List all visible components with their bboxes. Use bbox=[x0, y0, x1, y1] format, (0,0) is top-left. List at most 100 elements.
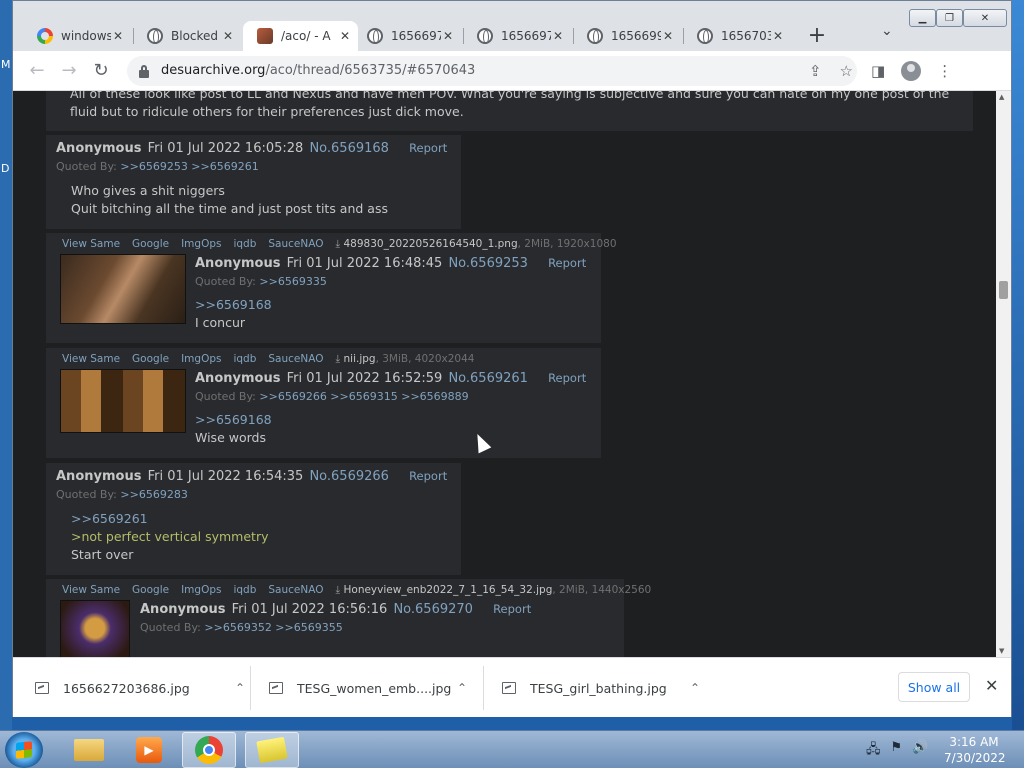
download-item[interactable]: 1656627203686.jpg ⌃ bbox=[35, 658, 245, 718]
imgops-link[interactable]: ImgOps bbox=[181, 238, 221, 251]
google-link[interactable]: Google bbox=[132, 238, 169, 251]
iqdb-link[interactable]: iqdb bbox=[233, 353, 256, 366]
taskbar-sticky-notes[interactable] bbox=[245, 732, 299, 768]
close-icon[interactable]: ✕ bbox=[221, 29, 235, 43]
bookmark-star-icon[interactable]: ☆ bbox=[840, 62, 853, 80]
quoted-by-links[interactable]: >>6569253 >>6569261 bbox=[120, 160, 258, 173]
quoted-by-links[interactable]: >>6569283 bbox=[120, 488, 187, 501]
close-icon[interactable]: ✕ bbox=[551, 29, 565, 43]
window-close-button[interactable]: ✕ bbox=[963, 9, 1007, 27]
iqdb-link[interactable]: iqdb bbox=[233, 584, 256, 597]
post-thumbnail[interactable] bbox=[60, 600, 130, 657]
quote-link[interactable]: >>6569168 bbox=[195, 412, 272, 427]
start-button[interactable] bbox=[5, 732, 43, 768]
chevron-up-icon[interactable]: ⌃ bbox=[690, 681, 700, 695]
download-icon[interactable]: ⤓ bbox=[336, 353, 341, 365]
download-icon[interactable]: ⤓ bbox=[336, 238, 341, 250]
view-same-link[interactable]: View Same bbox=[62, 238, 120, 251]
iqdb-link[interactable]: iqdb bbox=[233, 238, 256, 251]
quoted-by-links[interactable]: >>6569266 >>6569315 >>6569889 bbox=[259, 390, 468, 403]
post-number-link[interactable]: No.6569253 bbox=[448, 256, 527, 271]
post-number-link[interactable]: No.6569168 bbox=[309, 141, 388, 156]
google-link[interactable]: Google bbox=[132, 584, 169, 597]
page-scrollbar[interactable]: ▲ ▼ bbox=[996, 91, 1011, 657]
file-name-link[interactable]: nii.jpg bbox=[344, 353, 376, 365]
taskbar-explorer[interactable] bbox=[62, 732, 116, 768]
post-number-link[interactable]: No.6569270 bbox=[393, 602, 472, 617]
taskbar-chrome[interactable] bbox=[182, 732, 236, 768]
chevron-up-icon[interactable]: ⌃ bbox=[457, 681, 467, 695]
close-icon[interactable]: ✕ bbox=[771, 29, 785, 43]
maximize-button[interactable]: ❐ bbox=[936, 9, 963, 27]
quoted-by-links[interactable]: >>6569352 >>6569355 bbox=[204, 621, 342, 634]
globe-icon bbox=[367, 28, 383, 44]
chevron-up-icon[interactable]: ⌃ bbox=[235, 681, 245, 695]
file-name-link[interactable]: 489830_20220526164540_1.png bbox=[344, 238, 518, 250]
close-icon[interactable]: ✕ bbox=[985, 676, 998, 695]
download-item[interactable]: TESG_girl_bathing.jpg ⌃ bbox=[502, 658, 700, 718]
desktop-glyph: M bbox=[1, 58, 11, 71]
tab-1656697-b[interactable]: 1656697 ✕ bbox=[463, 21, 571, 51]
volume-icon[interactable]: 🔊 bbox=[912, 740, 928, 762]
google-link[interactable]: Google bbox=[132, 353, 169, 366]
file-name-link[interactable]: Honeyview_enb2022_7_1_16_54_32.jpg bbox=[344, 584, 553, 596]
report-link[interactable]: Report bbox=[548, 256, 586, 270]
menu-kebab-icon[interactable]: ⋮ bbox=[937, 62, 952, 80]
quoted-by-links[interactable]: >>6569335 bbox=[259, 275, 326, 288]
post-number-link[interactable]: No.6569266 bbox=[309, 469, 388, 484]
file-info-bar: View Same Google ImgOps iqdb SauceNAO ⤓ … bbox=[62, 353, 474, 366]
profile-avatar[interactable] bbox=[901, 60, 922, 81]
post-number-link[interactable]: No.6569261 bbox=[448, 371, 527, 386]
close-icon[interactable]: ✕ bbox=[338, 29, 352, 43]
post-thumbnail[interactable] bbox=[60, 254, 186, 324]
file-meta: , 3MiB, 4020x2044 bbox=[375, 353, 475, 365]
lock-icon[interactable] bbox=[137, 64, 151, 78]
tab-windows[interactable]: windows ✕ bbox=[23, 21, 131, 51]
download-icon[interactable]: ⤓ bbox=[336, 584, 341, 596]
forward-arrow-icon[interactable]: → bbox=[53, 60, 85, 81]
saucenao-link[interactable]: SauceNAO bbox=[268, 584, 323, 597]
quote-link[interactable]: >>6569261 bbox=[71, 511, 148, 526]
view-same-link[interactable]: View Same bbox=[62, 353, 120, 366]
download-item[interactable]: TESG_women_emb....jpg ⌃ bbox=[269, 658, 467, 718]
scroll-down-arrow-icon[interactable]: ▼ bbox=[999, 647, 1004, 655]
saucenao-link[interactable]: SauceNAO bbox=[268, 353, 323, 366]
tab-1656697-a[interactable]: 1656697 ✕ bbox=[353, 21, 461, 51]
scrollbar-thumb[interactable] bbox=[999, 281, 1008, 299]
taskbar-clock[interactable]: 3:16 AM 7/30/2022 bbox=[944, 734, 1006, 766]
image-file-icon bbox=[269, 682, 283, 694]
new-tab-button[interactable]: + bbox=[803, 21, 831, 51]
share-icon[interactable]: ⇪ bbox=[809, 62, 822, 80]
back-arrow-icon[interactable]: ← bbox=[21, 60, 53, 81]
download-separator bbox=[250, 666, 251, 710]
report-link[interactable]: Report bbox=[493, 602, 531, 616]
tab-1656699[interactable]: 1656699 ✕ bbox=[573, 21, 681, 51]
close-icon[interactable]: ✕ bbox=[111, 29, 125, 43]
post-date: Fri 01 Jul 2022 16:54:35 bbox=[147, 469, 304, 484]
tab-blocked[interactable]: Blocked ✕ bbox=[133, 21, 241, 51]
imgops-link[interactable]: ImgOps bbox=[181, 353, 221, 366]
taskbar-media-player[interactable]: ▶ bbox=[122, 732, 176, 768]
report-link[interactable]: Report bbox=[409, 469, 447, 483]
saucenao-link[interactable]: SauceNAO bbox=[268, 238, 323, 251]
reload-icon[interactable]: ↻ bbox=[85, 60, 117, 81]
action-center-flag-icon[interactable]: ⚑ bbox=[891, 740, 903, 762]
tab-aco-active[interactable]: /aco/ - A ✕ bbox=[243, 21, 358, 51]
show-all-button[interactable]: Show all bbox=[898, 672, 970, 702]
post-thumbnail[interactable] bbox=[60, 369, 186, 433]
report-link[interactable]: Report bbox=[409, 141, 447, 155]
quote-link[interactable]: >>6569168 bbox=[195, 297, 272, 312]
report-link[interactable]: Report bbox=[548, 371, 586, 385]
globe-icon bbox=[587, 28, 603, 44]
tab-1656703[interactable]: 1656703 ✕ bbox=[683, 21, 791, 51]
network-icon[interactable]: 🖧 bbox=[866, 740, 881, 762]
side-panel-icon[interactable]: ◨ bbox=[871, 62, 885, 80]
imgops-link[interactable]: ImgOps bbox=[181, 584, 221, 597]
minimize-button[interactable]: ▁ bbox=[909, 9, 936, 27]
address-bar[interactable]: desuarchive.org/aco/thread/6563735/#6570… bbox=[127, 55, 857, 86]
close-icon[interactable]: ✕ bbox=[661, 29, 675, 43]
close-icon[interactable]: ✕ bbox=[441, 29, 455, 43]
scroll-up-arrow-icon[interactable]: ▲ bbox=[999, 93, 1004, 101]
view-same-link[interactable]: View Same bbox=[62, 584, 120, 597]
tab-search-chevron-icon[interactable]: ⌄ bbox=[881, 23, 893, 39]
